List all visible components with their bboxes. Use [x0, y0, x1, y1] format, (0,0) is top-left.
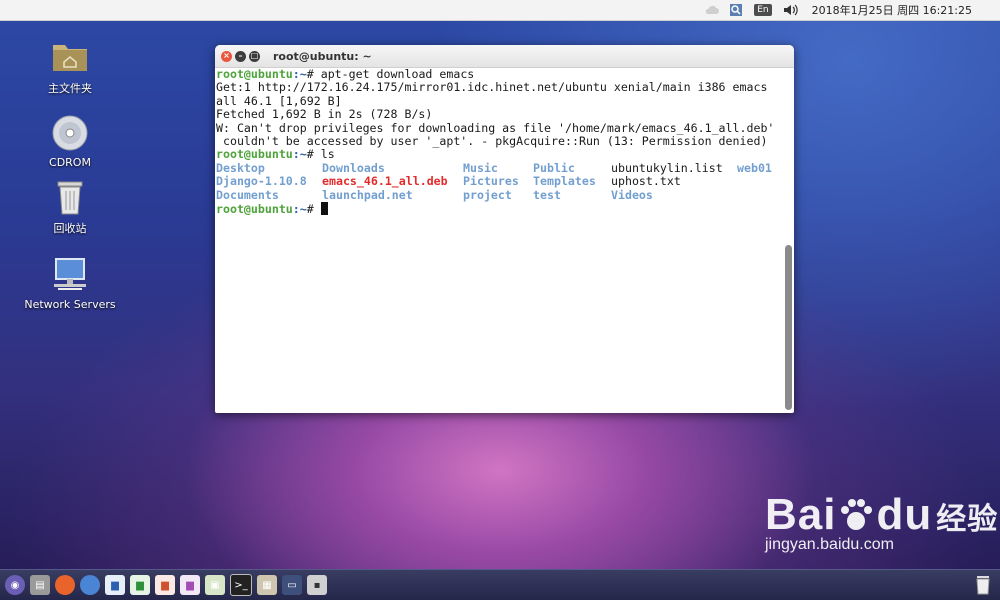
- ls-row: Documents launchpad.net project test Videos: [216, 187, 653, 202]
- cdrom-icon: [50, 114, 90, 152]
- terminal-line: Fetched 1,692 B in 2s (728 B/s): [216, 107, 433, 122]
- desktop-icon-label: 主文件夹: [48, 82, 92, 95]
- terminal-line: all 46.1 [1,692 B]: [216, 93, 342, 108]
- ls-row: Django-1.10.8 emacs_46.1_all.deb Pictures T…: [216, 174, 681, 189]
- taskbar-trash-icon[interactable]: [974, 575, 992, 595]
- command-text: apt-get download emacs: [320, 68, 475, 81]
- terminal-title: root@ubuntu: ~: [273, 49, 372, 63]
- calculator-icon[interactable]: ▦: [257, 575, 277, 595]
- terminal-line: root@ubuntu:~# ls: [216, 147, 335, 162]
- writer-icon[interactable]: ▆: [105, 575, 125, 595]
- clock[interactable]: 2018年1月25日 周四 16:21:25: [812, 2, 972, 18]
- browser-icon[interactable]: [80, 575, 100, 595]
- taskbar: ◉ ▤ ▆ ▆ ▆ ▆ ▣ >_ ▦ ▭ ▪: [0, 569, 1000, 600]
- terminal-titlebar[interactable]: × – □ root@ubuntu: ~: [215, 45, 794, 68]
- watermark-logo: Bai du 经验: [765, 490, 999, 539]
- desktop-icon-label: Network Servers: [24, 298, 116, 311]
- volume-icon[interactable]: [782, 3, 798, 17]
- firefox-icon[interactable]: [55, 575, 75, 595]
- terminal-scrollbar[interactable]: [785, 245, 792, 410]
- file-manager-icon[interactable]: ▤: [30, 575, 50, 595]
- text-cursor: [320, 202, 328, 216]
- terminal-line: root@ubuntu:~#: [216, 202, 780, 216]
- terminal-icon[interactable]: >_: [230, 574, 252, 596]
- draw-icon[interactable]: ▆: [180, 575, 200, 595]
- baidu-watermark: Bai du 经验 jingyan.baidu.com: [765, 490, 998, 554]
- desktop-icon-cdrom[interactable]: CDROM: [20, 114, 120, 169]
- desktop-icon-home[interactable]: 主文件夹: [20, 38, 120, 96]
- impress-icon[interactable]: ▆: [155, 575, 175, 595]
- top-panel: En 2018年1月25日 周四 16:21:25: [0, 0, 1000, 21]
- paw-icon: [841, 499, 873, 530]
- calc-icon[interactable]: ▆: [130, 575, 150, 595]
- desktop-icon-label: 回收站: [53, 222, 87, 235]
- terminal-line: root@ubuntu:~# apt-get download emacs: [216, 68, 475, 81]
- network-servers-icon: [50, 256, 90, 294]
- image-viewer-icon[interactable]: ▣: [205, 575, 225, 595]
- keyboard-layout-indicator[interactable]: En: [754, 4, 772, 16]
- desktop-icon-trash[interactable]: 回收站: [20, 178, 120, 236]
- minimize-icon[interactable]: –: [235, 50, 246, 62]
- trash-icon: [50, 178, 90, 216]
- home-folder-icon: [50, 38, 90, 76]
- watermark-url: jingyan.baidu.com: [765, 536, 894, 553]
- maximize-icon[interactable]: □: [249, 50, 260, 62]
- save-icon[interactable]: ▪: [307, 575, 327, 595]
- terminal-line: couldn't be accessed by user '_apt'. - p…: [216, 134, 768, 149]
- terminal-output[interactable]: root@ubuntu:~# apt-get download emacs Get…: [215, 68, 780, 413]
- terminal-line: Get:1 http://172.16.24.175/mirror01.idc.…: [216, 80, 768, 95]
- command-text: ls: [320, 147, 335, 162]
- search-tool-icon[interactable]: [728, 3, 744, 17]
- desktop-switch-icon[interactable]: ▭: [282, 575, 302, 595]
- start-menu-icon[interactable]: ◉: [5, 575, 25, 595]
- close-icon[interactable]: ×: [221, 50, 232, 62]
- desktop-icon-network-servers[interactable]: Network Servers: [20, 256, 120, 311]
- terminal-window[interactable]: × – □ root@ubuntu: ~ root@ubuntu:~# apt-…: [215, 45, 794, 413]
- terminal-line: W: Can't drop privileges for downloading…: [216, 120, 775, 135]
- desktop-icon-label: CDROM: [49, 156, 91, 169]
- ls-row: Desktop Downloads Music Public ubuntukylin.l…: [216, 160, 772, 175]
- cloud-icon[interactable]: [704, 3, 720, 17]
